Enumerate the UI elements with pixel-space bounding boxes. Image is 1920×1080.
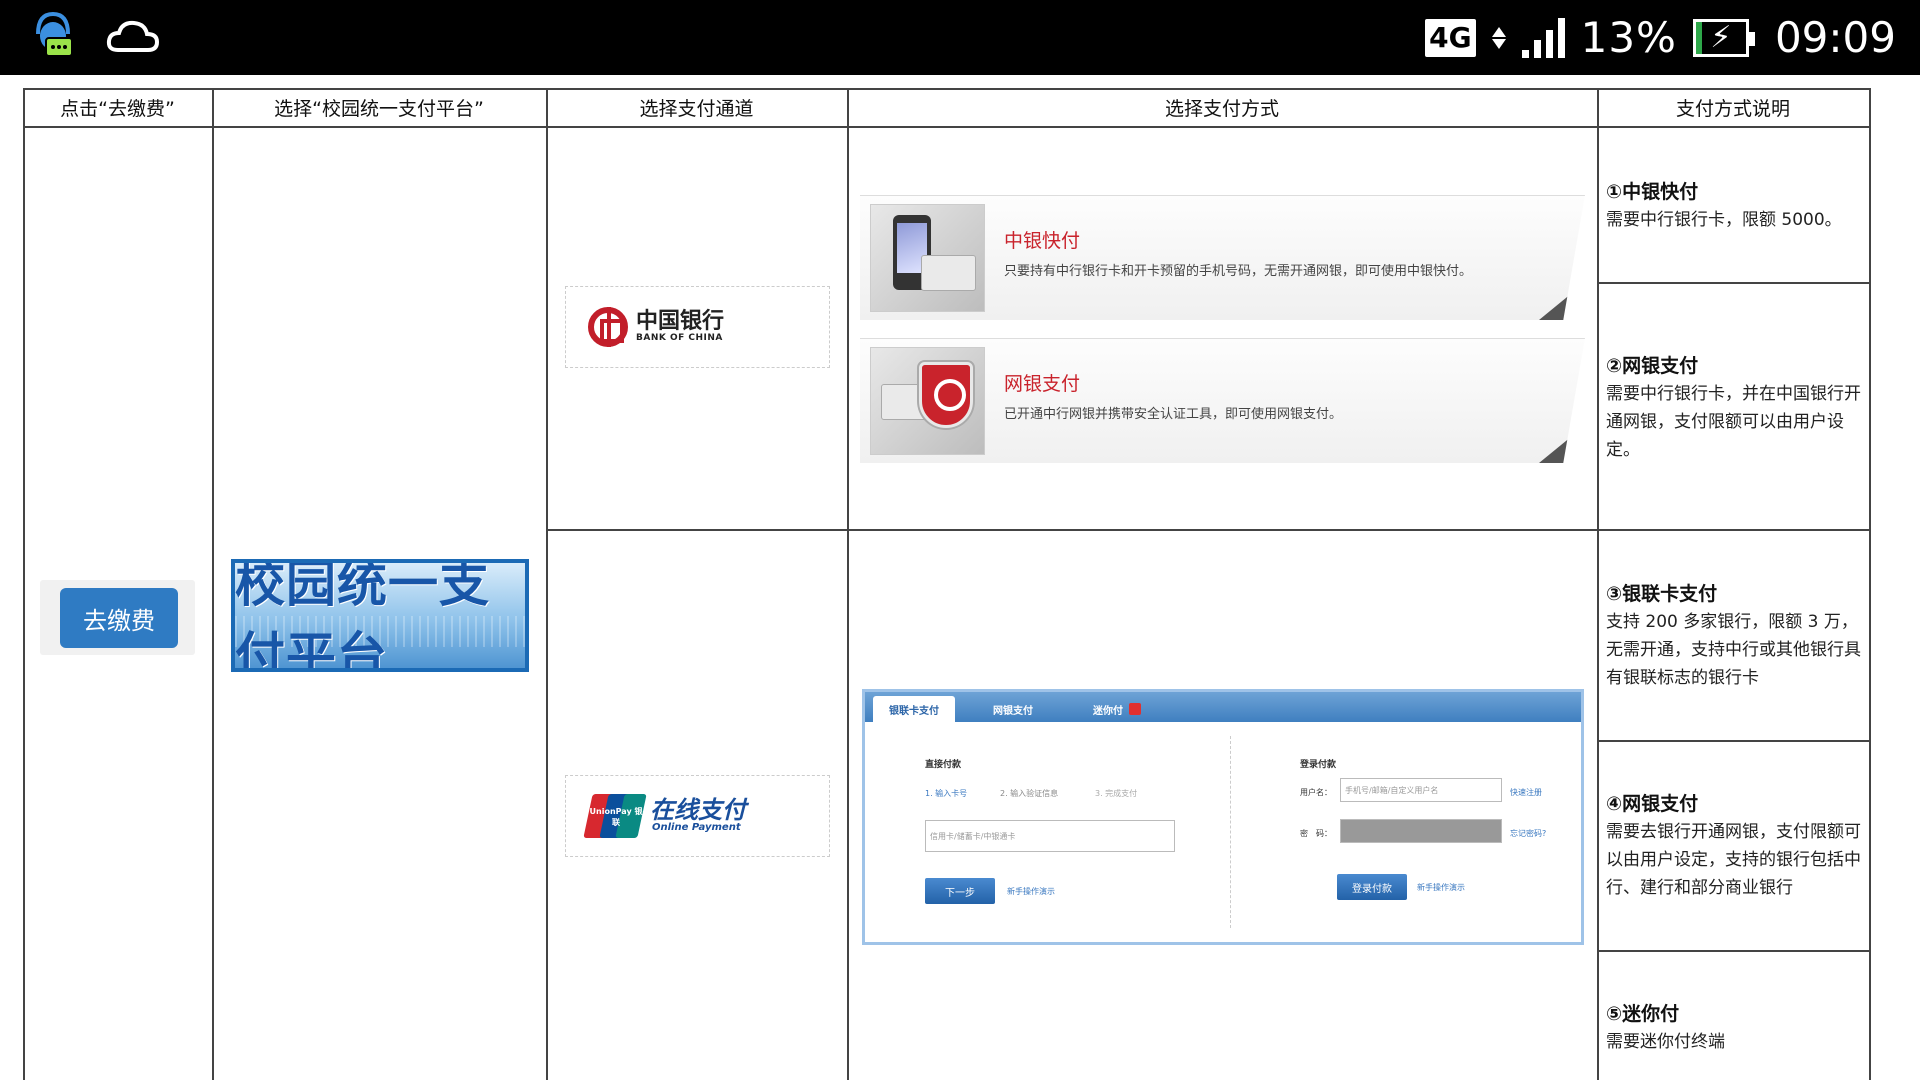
tab-mini-pay[interactable]: 迷你付 <box>1077 696 1157 722</box>
desc-body: 需要迷你付终端 <box>1606 1032 1725 1052</box>
desc-boc-quick-pay: ①中银快付 需要中行银行卡，限额 5000。 <box>1606 178 1861 234</box>
shield-icon <box>919 362 973 428</box>
chat-assistant-icon <box>36 11 73 57</box>
phone-card-image <box>870 204 985 312</box>
panel-divider <box>1230 736 1231 928</box>
step-2: 2. 输入验证信息 <box>1000 789 1059 798</box>
desc-netbank: ④网银支付 需要去银行开通网银，支付限额可以由用户设定，支持的银行包括中行、建行… <box>1606 790 1861 902</box>
status-bar: 4G 13% ⚡ 09:09 <box>0 0 1920 75</box>
battery-percent: 13% <box>1580 13 1677 62</box>
method-boc-netbank[interactable]: 网银支付 已开通中行网银并携带安全认证工具，即可使用网银支付。 <box>860 338 1585 463</box>
desc-title: ②网银支付 <box>1606 355 1699 377</box>
desc-title: ④网银支付 <box>1606 793 1699 815</box>
network-type: 4G <box>1425 18 1476 57</box>
desc-body: 需要中行银行卡，限额 5000。 <box>1606 210 1842 230</box>
desc-boc-netbank: ②网银支付 需要中行银行卡，并在中国银行开通网银，支付限额可以由用户设定。 <box>1606 352 1861 464</box>
step-3: 3. 完成支付 <box>1095 789 1138 798</box>
forgot-password-link[interactable]: 忘记密码? <box>1510 828 1546 839</box>
desc-title: ⑤迷你付 <box>1606 1003 1680 1025</box>
cloud-icon <box>106 20 160 52</box>
channel-bank-of-china[interactable]: 中国银行 BANK OF CHINA <box>565 286 830 368</box>
username-input[interactable]: 手机号/邮箱/自定义用户名 <box>1340 778 1502 802</box>
password-input[interactable] <box>1340 819 1502 843</box>
boc-name-en: BANK OF CHINA <box>636 333 723 343</box>
security-shield-image <box>870 347 985 455</box>
header-click-pay: 点击“去缴费” <box>60 97 175 120</box>
method-title: 网银支付 <box>1004 373 1081 395</box>
header-select-method: 选择支付方式 <box>1164 97 1279 120</box>
desc-body: 需要去银行开通网银，支付限额可以由用户设定，支持的银行包括中行、建行和部分商业银… <box>1606 822 1861 898</box>
desc-mini-pay: ⑤迷你付 需要迷你付终端 <box>1606 1000 1861 1056</box>
unionpay-tab-bar: 银联卡支付 网银支付 迷你付 <box>865 692 1581 722</box>
direct-pay-title: 直接付款 <box>925 760 962 770</box>
username-label: 用户名： <box>1300 788 1332 797</box>
login-demo-link[interactable]: 新手操作演示 <box>1417 882 1465 893</box>
next-step-button[interactable]: 下一步 <box>925 878 995 904</box>
step-1: 1. 输入卡号 <box>925 789 968 798</box>
method-description: 已开通中行网银并携带安全认证工具，即可使用网银支付。 <box>1004 407 1343 422</box>
unionpay-name-en: Online Payment <box>652 822 741 833</box>
quick-register-link[interactable]: 快速注册 <box>1510 787 1542 798</box>
data-activity-icon <box>1491 26 1506 49</box>
tab-netbank[interactable]: 网银支付 <box>977 696 1049 722</box>
signal-strength-icon <box>1521 17 1565 58</box>
desc-unionpay-card: ③银联卡支付 支持 200 多家银行，限额 3 万，无需开通，支持中行或其他银行… <box>1606 580 1861 692</box>
direct-demo-link[interactable]: 新手操作演示 <box>1007 886 1055 897</box>
channel-unionpay[interactable]: UnionPay 银联 在线支付 Online Payment <box>565 775 830 857</box>
header-select-platform: 选择“校园统一支付平台” <box>274 97 484 120</box>
header-select-channel: 选择支付通道 <box>639 97 754 120</box>
clock: 09:09 <box>1774 13 1896 62</box>
boc-name-cn: 中国银行 <box>636 308 725 334</box>
login-pay-title: 登录付款 <box>1300 760 1337 770</box>
campus-banner-text: 校园统一支付平台 <box>235 559 490 672</box>
unionpay-name-cn: 在线支付 <box>650 796 746 824</box>
desc-body: 支持 200 多家银行，限额 3 万，无需开通，支持中行或其他银行具有银联标志的… <box>1606 612 1861 688</box>
password-label: 密 码： <box>1300 829 1332 838</box>
new-badge-icon <box>1129 703 1141 715</box>
card-number-input[interactable]: 信用卡/储蓄卡/中银通卡 <box>925 820 1175 852</box>
go-pay-button[interactable]: 去缴费 <box>60 588 178 648</box>
login-pay-button[interactable]: 登录付款 <box>1337 874 1407 900</box>
unionpay-payment-panel: 银联卡支付 网银支付 迷你付 直接付款 1. 输入卡号 2. 输入验证信息 3.… <box>862 689 1584 945</box>
header-method-notes: 支付方式说明 <box>1675 97 1790 120</box>
method-description: 只要持有中行银行卡和开卡预留的手机号码，无需开通网银，即可使用中银快付。 <box>1004 264 1473 279</box>
desc-body: 需要中行银行卡，并在中国银行开通网银，支付限额可以由用户设定。 <box>1606 384 1861 460</box>
battery-charging-icon: ⚡ <box>1692 18 1755 57</box>
tab-unionpay-card[interactable]: 银联卡支付 <box>873 696 955 722</box>
bank-of-china-logo-icon <box>588 307 628 347</box>
desc-title: ③银联卡支付 <box>1606 583 1718 605</box>
desc-title: ①中银快付 <box>1606 181 1699 203</box>
method-boc-quick-pay[interactable]: 中银快付 只要持有中行银行卡和开卡预留的手机号码，无需开通网银，即可使用中银快付… <box>860 195 1585 320</box>
method-title: 中银快付 <box>1004 230 1081 252</box>
go-pay-button-area: 去缴费 <box>40 580 195 655</box>
unionpay-logo-icon: UnionPay 银联 <box>583 794 647 838</box>
campus-payment-platform-banner[interactable]: 校园统一支付平台 <box>231 559 529 672</box>
